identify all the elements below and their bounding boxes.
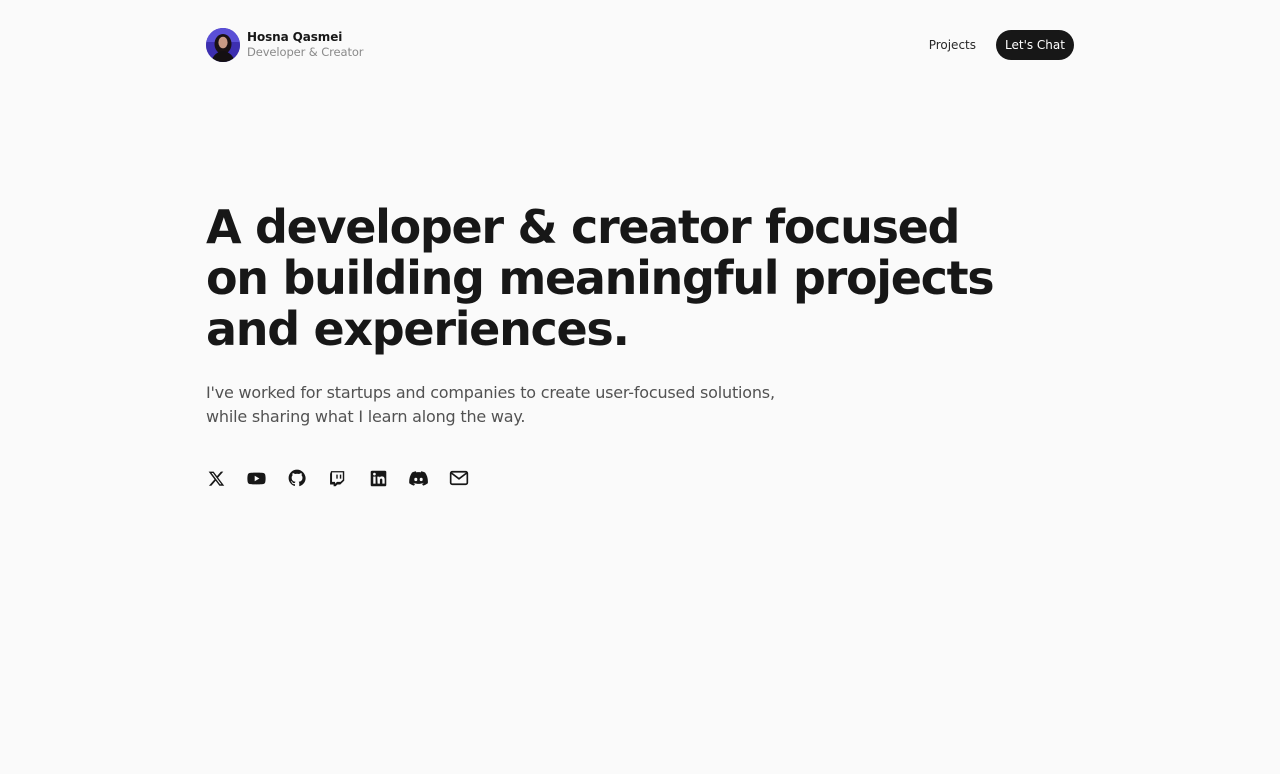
profile-home-link[interactable]: Hosna Qasmei Developer & Creator [206, 28, 364, 62]
hero-subtitle: I've worked for startups and companies t… [206, 381, 806, 429]
twitch-icon [330, 470, 345, 486]
linkedin-link[interactable] [368, 468, 388, 488]
profile-name: Hosna Qasmei [247, 30, 343, 44]
twitch-link[interactable] [328, 468, 348, 488]
mail-icon [449, 470, 469, 486]
github-link[interactable] [287, 468, 307, 488]
hero-subtitle-line-2: while sharing what I learn along the way… [206, 407, 526, 426]
lets-chat-button[interactable]: Let's Chat [996, 30, 1074, 60]
nav-projects-link[interactable]: Projects [929, 38, 976, 52]
hero-title: A developer & creator focused on buildin… [206, 200, 995, 356]
email-link[interactable] [449, 468, 469, 488]
github-icon [288, 469, 306, 487]
main-nav: Projects Let's Chat [929, 30, 1074, 60]
discord-link[interactable] [409, 468, 429, 488]
youtube-icon [247, 472, 266, 484]
x-icon [208, 471, 224, 486]
youtube-link[interactable] [247, 468, 267, 488]
social-links [206, 468, 490, 488]
avatar [206, 28, 240, 62]
profile-identity: Hosna Qasmei Developer & Creator [247, 30, 364, 60]
site-header: Hosna Qasmei Developer & Creator Project… [206, 27, 1074, 63]
linkedin-icon [370, 470, 386, 486]
profile-role: Developer & Creator [247, 45, 364, 59]
discord-icon [409, 470, 428, 486]
hero-subtitle-line-1: I've worked for startups and companies t… [206, 383, 775, 402]
x-link[interactable] [206, 468, 226, 488]
